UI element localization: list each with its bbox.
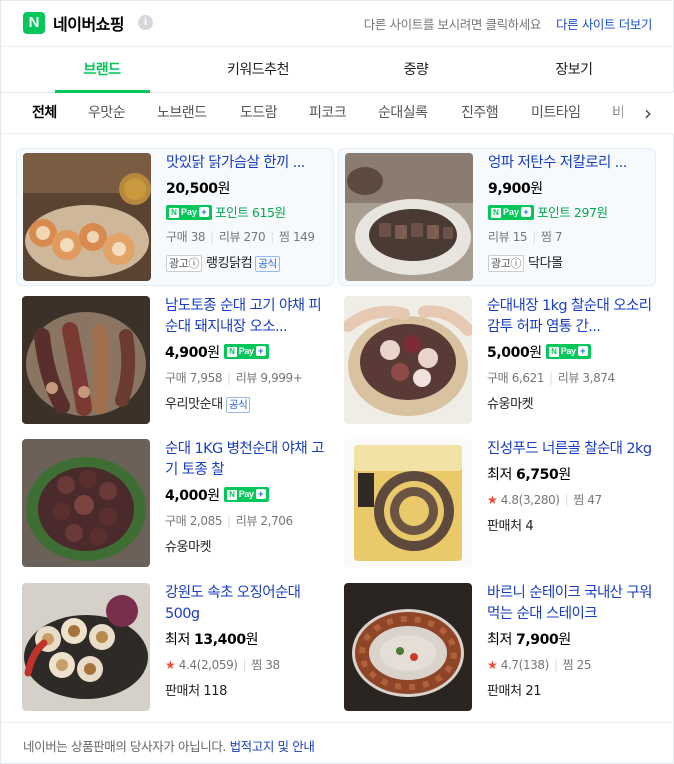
seller-name[interactable]: 닥다몰: [528, 256, 563, 271]
rating: 4.8(3,280): [500, 493, 560, 507]
chip-brand[interactable]: 순대실록: [378, 93, 428, 133]
chip-brand[interactable]: 도드람: [240, 93, 278, 133]
widget-title[interactable]: 네이버쇼핑: [53, 11, 125, 35]
seller-count[interactable]: 판매처 118: [165, 680, 331, 699]
chip-brand[interactable]: 우맛순: [88, 93, 126, 133]
ad-badge[interactable]: 광고ⓘ: [166, 255, 203, 272]
product-title[interactable]: 순대내장 1kg 찰순대 오소리감투 허파 염통 간...: [487, 296, 653, 338]
product-image[interactable]: [22, 296, 150, 424]
product-card[interactable]: 순대 1KG 병천순대 야채 고기 토종 찰 4,000원 N Pay + 구매 2,…: [16, 435, 334, 573]
product-meta: 구매 6,621 | 리뷰 3,874: [487, 371, 615, 385]
chip-brand[interactable]: 미트타임: [531, 93, 581, 133]
seller-count[interactable]: 판매처 21: [487, 680, 653, 699]
price: 4,000원 N Pay +: [165, 485, 331, 505]
seller-name[interactable]: 랭킹닭컴: [206, 256, 253, 271]
naver-logo-icon[interactable]: N: [23, 12, 45, 34]
disclaimer: 네이버는 상품판매의 당사자가 아닙니다. 법적고지 및 안내: [23, 739, 315, 754]
product-title[interactable]: 바르니 순테이크 국내산 구워먹는 순대 스테이크: [487, 583, 653, 625]
seller-row: 슈웅마켓: [487, 393, 653, 412]
product-meta: ★ 4.7(138) | 찜 25: [487, 658, 592, 672]
widget-footer: 네이버는 상품판매의 당사자가 아닙니다. 법적고지 및 안내: [0, 722, 674, 764]
chip-brand[interactable]: 노브랜드: [157, 93, 207, 133]
info-icon[interactable]: i: [138, 15, 153, 30]
chevron-right-icon[interactable]: ›: [636, 93, 660, 133]
seller-name[interactable]: 슈웅마켓: [487, 397, 534, 412]
price: 최저 6,750원: [487, 467, 571, 483]
tab-groceries[interactable]: 장보기: [515, 47, 633, 93]
product-card[interactable]: 맛있닭 닭가슴살 한끼 ... 20,500원 N Pay + 포인트 615원 구매…: [16, 148, 334, 286]
category-tabs: 브랜드 키워드추천 중량 장보기: [0, 47, 674, 93]
product-title[interactable]: 엉파 저탄수 저칼로리 ...: [488, 153, 654, 174]
tab-keyword[interactable]: 키워드추천: [199, 47, 317, 93]
widget-header: N 네이버쇼핑 i 다른 사이트를 보시려면 클릭하세요 다른 사이트 더보기: [0, 0, 674, 47]
product-card[interactable]: 남도토종 순대 고기 야채 피순대 돼지내장 오소... 4,900원 N Pay +…: [16, 292, 334, 430]
product-image[interactable]: [345, 153, 473, 281]
official-badge: 공식: [225, 397, 251, 413]
seller-count[interactable]: 판매처 4: [487, 515, 653, 534]
star-icon: ★: [487, 493, 498, 507]
product-meta: 구매 2,085 | 리뷰 2,706: [165, 514, 293, 528]
seller-row: 우리맛순대 공식: [165, 393, 331, 413]
product-card[interactable]: 바르니 순테이크 국내산 구워먹는 순대 스테이크 최저 7,900원 ★ 4.…: [338, 579, 656, 717]
tab-weight[interactable]: 중량: [357, 47, 475, 93]
product-image[interactable]: [22, 583, 150, 711]
product-meta: ★ 4.8(3,280) | 찜 47: [487, 493, 602, 507]
price: 4,900원 N Pay +: [165, 342, 331, 362]
ad-badge[interactable]: 광고ⓘ: [488, 255, 525, 272]
star-icon: ★: [165, 658, 176, 672]
product-image[interactable]: [22, 439, 150, 567]
product-image[interactable]: [344, 439, 472, 567]
price: 20,500원: [166, 181, 231, 197]
seller-row: 광고ⓘ 닥다몰: [488, 252, 654, 272]
chip-all[interactable]: 전체: [32, 93, 57, 133]
price: 최저 7,900원: [487, 632, 571, 648]
price: 9,900원: [488, 181, 543, 197]
rating: 4.7(138): [500, 658, 550, 672]
product-title[interactable]: 강원도 속초 오징어순대 500g: [165, 583, 331, 625]
tab-brand[interactable]: 브랜드: [43, 47, 161, 93]
seller-row: 슈웅마켓: [165, 536, 331, 555]
legal-notice-link[interactable]: 법적고지 및 안내: [230, 739, 315, 754]
seller-row: 광고ⓘ 랭킹닭컴 공식: [166, 252, 332, 272]
price: 5,000원 N Pay +: [487, 342, 653, 362]
product-title[interactable]: 진성푸드 너른골 찰순대 2kg: [487, 439, 653, 460]
product-meta: 구매 7,958 | 리뷰 9,999+: [165, 371, 303, 385]
product-title[interactable]: 순대 1KG 병천순대 야채 고기 토종 찰: [165, 439, 331, 481]
product-card[interactable]: 엉파 저탄수 저칼로리 ... 9,900원 N Pay + 포인트 297원 리뷰 …: [338, 148, 656, 286]
product-image[interactable]: [344, 296, 472, 424]
npay-badge: N Pay +: [223, 343, 269, 359]
product-meta: 리뷰 15 | 찜 7: [488, 230, 563, 244]
chip-brand[interactable]: 진주햄: [461, 93, 499, 133]
npay-badge: N Pay +: [488, 205, 535, 220]
point-text: 포인트 615원: [215, 205, 286, 220]
product-card[interactable]: 순대내장 1kg 찰순대 오소리감투 허파 염통 간... 5,000원 N Pay…: [338, 292, 656, 430]
point-text: 포인트 297원: [537, 205, 608, 220]
other-sites-hint: 다른 사이트를 보시려면 클릭하세요: [363, 17, 542, 32]
brand-filter-chips: 전체 우맛순 노브랜드 도드람 피코크 순대실록 진주햄 미트타임 비 ›: [0, 93, 674, 134]
rating: 4.4(2,059): [178, 658, 238, 672]
seller-name[interactable]: 우리맛순대: [165, 397, 223, 412]
chip-brand[interactable]: 피코크: [309, 93, 347, 133]
price: 최저 13,400원: [165, 632, 259, 648]
product-meta: 구매 38 | 리뷰 270 | 찜 149: [166, 230, 315, 244]
npay-badge: N Pay +: [545, 343, 591, 359]
star-icon: ★: [487, 658, 498, 672]
other-sites-link[interactable]: 다른 사이트 더보기: [556, 14, 652, 33]
product-meta: ★ 4.4(2,059) | 찜 38: [165, 658, 280, 672]
npay-badge: N Pay +: [223, 486, 269, 502]
product-image[interactable]: [23, 153, 151, 281]
npay-badge: N Pay +: [166, 205, 213, 220]
product-title[interactable]: 남도토종 순대 고기 야채 피순대 돼지내장 오소...: [165, 296, 331, 338]
product-image[interactable]: [344, 583, 472, 711]
official-badge: 공식: [255, 256, 280, 272]
product-title[interactable]: 맛있닭 닭가슴살 한끼 ...: [166, 153, 332, 174]
product-card[interactable]: 강원도 속초 오징어순대 500g 최저 13,400원 ★ 4.4(2,059…: [16, 579, 334, 717]
product-card[interactable]: 진성푸드 너른골 찰순대 2kg 최저 6,750원 ★ 4.8(3,280) |…: [338, 435, 656, 573]
seller-name[interactable]: 슈웅마켓: [165, 540, 212, 555]
